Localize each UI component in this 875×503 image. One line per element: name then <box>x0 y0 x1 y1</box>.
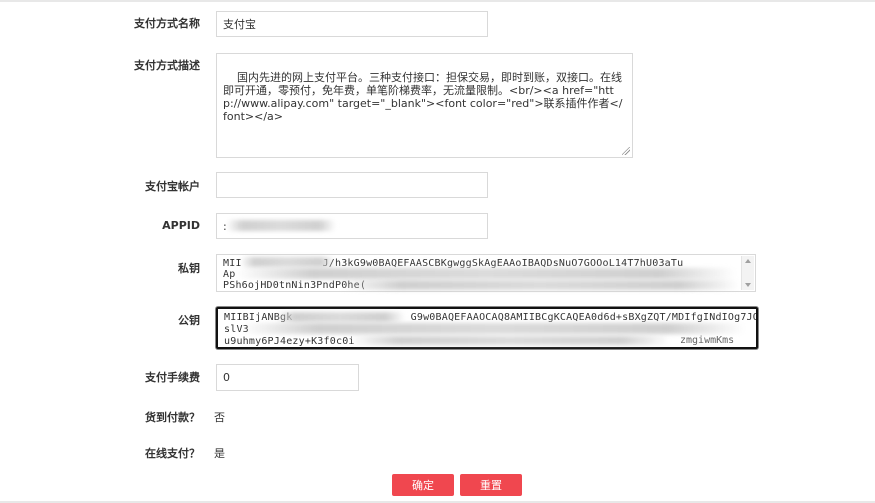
payment-name-value: 支付宝 <box>223 18 256 31</box>
online-label: 在线支付？ <box>145 447 200 460</box>
resize-grip-icon[interactable] <box>622 147 630 155</box>
online-value: 是 <box>214 447 225 460</box>
private-key-redaction-2 <box>236 268 736 279</box>
account-label: 支付宝帐户 <box>145 180 200 193</box>
public-key-redaction-3 <box>350 336 670 345</box>
top-divider <box>0 0 875 2</box>
appid-redaction <box>226 220 336 231</box>
payment-config-form: 支付方式名称 支付宝 支付方式描述 国内先进的网上支付平台。三种支付接口：担保交… <box>0 0 875 503</box>
fee-input[interactable]: 0 <box>216 364 359 391</box>
private-key-scrollbar[interactable] <box>741 256 754 290</box>
public-key-redaction-1 <box>275 312 405 322</box>
public-key-label: 公钥 <box>178 314 200 327</box>
public-key-line-3-end: zmgiwmKms <box>680 335 735 346</box>
public-key-redaction-2 <box>240 323 745 334</box>
scroll-down-icon[interactable] <box>745 283 751 287</box>
appid-label: APPID <box>162 219 200 232</box>
private-key-label: 私钥 <box>178 262 200 275</box>
private-key-redaction-3 <box>340 280 740 290</box>
payment-description-textarea[interactable]: 国内先进的网上支付平台。三种支付接口：担保交易，即时到账，双接口。在线即可开通，… <box>216 53 633 158</box>
cod-value: 否 <box>214 411 225 424</box>
private-key-redaction-1 <box>240 257 335 267</box>
fee-label: 支付手续费 <box>145 371 200 384</box>
alipay-account-input[interactable] <box>216 172 488 198</box>
payment-description-value: 国内先进的网上支付平台。三种支付接口：担保交易，即时到账，双接口。在线即可开通，… <box>223 71 623 123</box>
reset-button[interactable]: 重置 <box>460 474 522 496</box>
cod-label: 货到付款？ <box>145 411 200 424</box>
confirm-button[interactable]: 确定 <box>392 474 454 496</box>
name-label: 支付方式名称 <box>134 17 200 30</box>
payment-name-input[interactable]: 支付宝 <box>216 11 488 37</box>
fee-value: 0 <box>223 371 230 384</box>
description-label: 支付方式描述 <box>134 59 200 72</box>
scroll-up-icon[interactable] <box>745 259 751 263</box>
